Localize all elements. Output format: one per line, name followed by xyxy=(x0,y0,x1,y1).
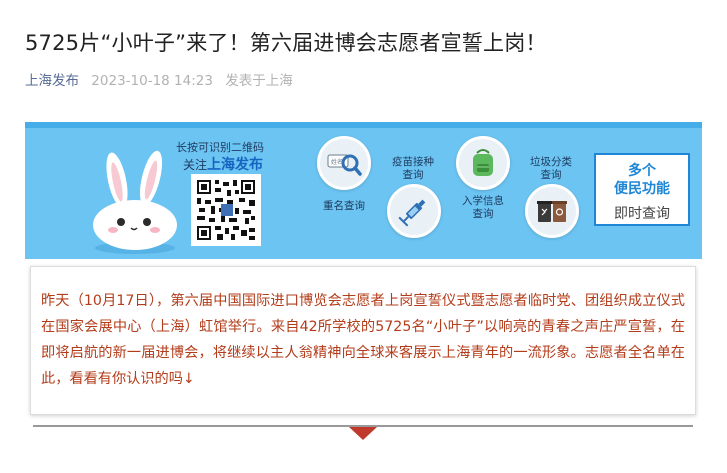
account-name-link[interactable]: 上海发布 xyxy=(25,73,79,89)
qr-follow-caption: 关注上海发布 xyxy=(183,154,263,174)
publish-location: 发表于上海 xyxy=(225,73,293,89)
publish-time: 2023-10-18 14:23 xyxy=(91,73,213,89)
syringe-icon xyxy=(398,199,426,227)
bunny-mascot-icon xyxy=(93,150,177,254)
follow-prefix: 关注 xyxy=(183,158,208,172)
banner-top-stripe xyxy=(25,122,702,128)
promo-banner[interactable]: 长按可识别二维码 关注上海发布 姓名 重名查询 疫苗接种 查询 入学信息 查询 … xyxy=(25,122,702,259)
more-services-line1: 多个 xyxy=(628,163,656,179)
service-name-search[interactable]: 姓名 xyxy=(317,136,371,190)
article-title: 5725片“小叶子”来了！第六届进博会志愿者宣誓上岗！ xyxy=(25,31,547,55)
intro-paragraph: 昨天（10月17日），第六届中国国际进口博览会志愿者上岗宣誓仪式暨志愿者临时党、… xyxy=(41,293,685,387)
intro-card: 昨天（10月17日），第六届中国国际进口博览会志愿者上岗宣誓仪式暨志愿者临时党、… xyxy=(30,266,696,415)
qr-code[interactable] xyxy=(191,174,261,246)
trash-bins-icon xyxy=(537,201,567,222)
name-chip-text: 姓名 xyxy=(331,158,343,166)
follow-account-name: 上海发布 xyxy=(207,157,264,173)
more-services-line3: 即时查询 xyxy=(614,206,670,222)
qr-code-icon xyxy=(195,178,257,242)
backpack-icon xyxy=(473,149,493,176)
service-garbage-sorting[interactable] xyxy=(525,184,579,238)
service-school-enrollment[interactable] xyxy=(456,136,510,190)
service-label-name-search: 重名查询 xyxy=(323,200,365,212)
down-arrow-icon xyxy=(349,427,377,440)
magnifier-name-icon: 姓名 xyxy=(327,154,362,176)
vaccine-label-text: 疫苗接种 查询 xyxy=(392,156,434,181)
more-services-line2: 便民功能 xyxy=(614,181,670,197)
service-vaccine[interactable] xyxy=(387,184,441,238)
article-meta: 上海发布 2023-10-18 14:23 发表于上海 xyxy=(25,72,293,90)
service-label-garbage-sorting: 垃圾分类 查询 xyxy=(521,156,581,182)
school-label-text: 入学信息 查询 xyxy=(462,195,504,220)
garbage-label-text: 垃圾分类 查询 xyxy=(530,156,572,181)
qr-caption: 长按可识别二维码 xyxy=(176,141,264,154)
service-label-school-enrollment: 入学信息 查询 xyxy=(451,195,515,221)
service-label-vaccine: 疫苗接种 查询 xyxy=(383,156,443,182)
more-services-box[interactable]: 多个 便民功能 即时查询 xyxy=(594,153,690,226)
